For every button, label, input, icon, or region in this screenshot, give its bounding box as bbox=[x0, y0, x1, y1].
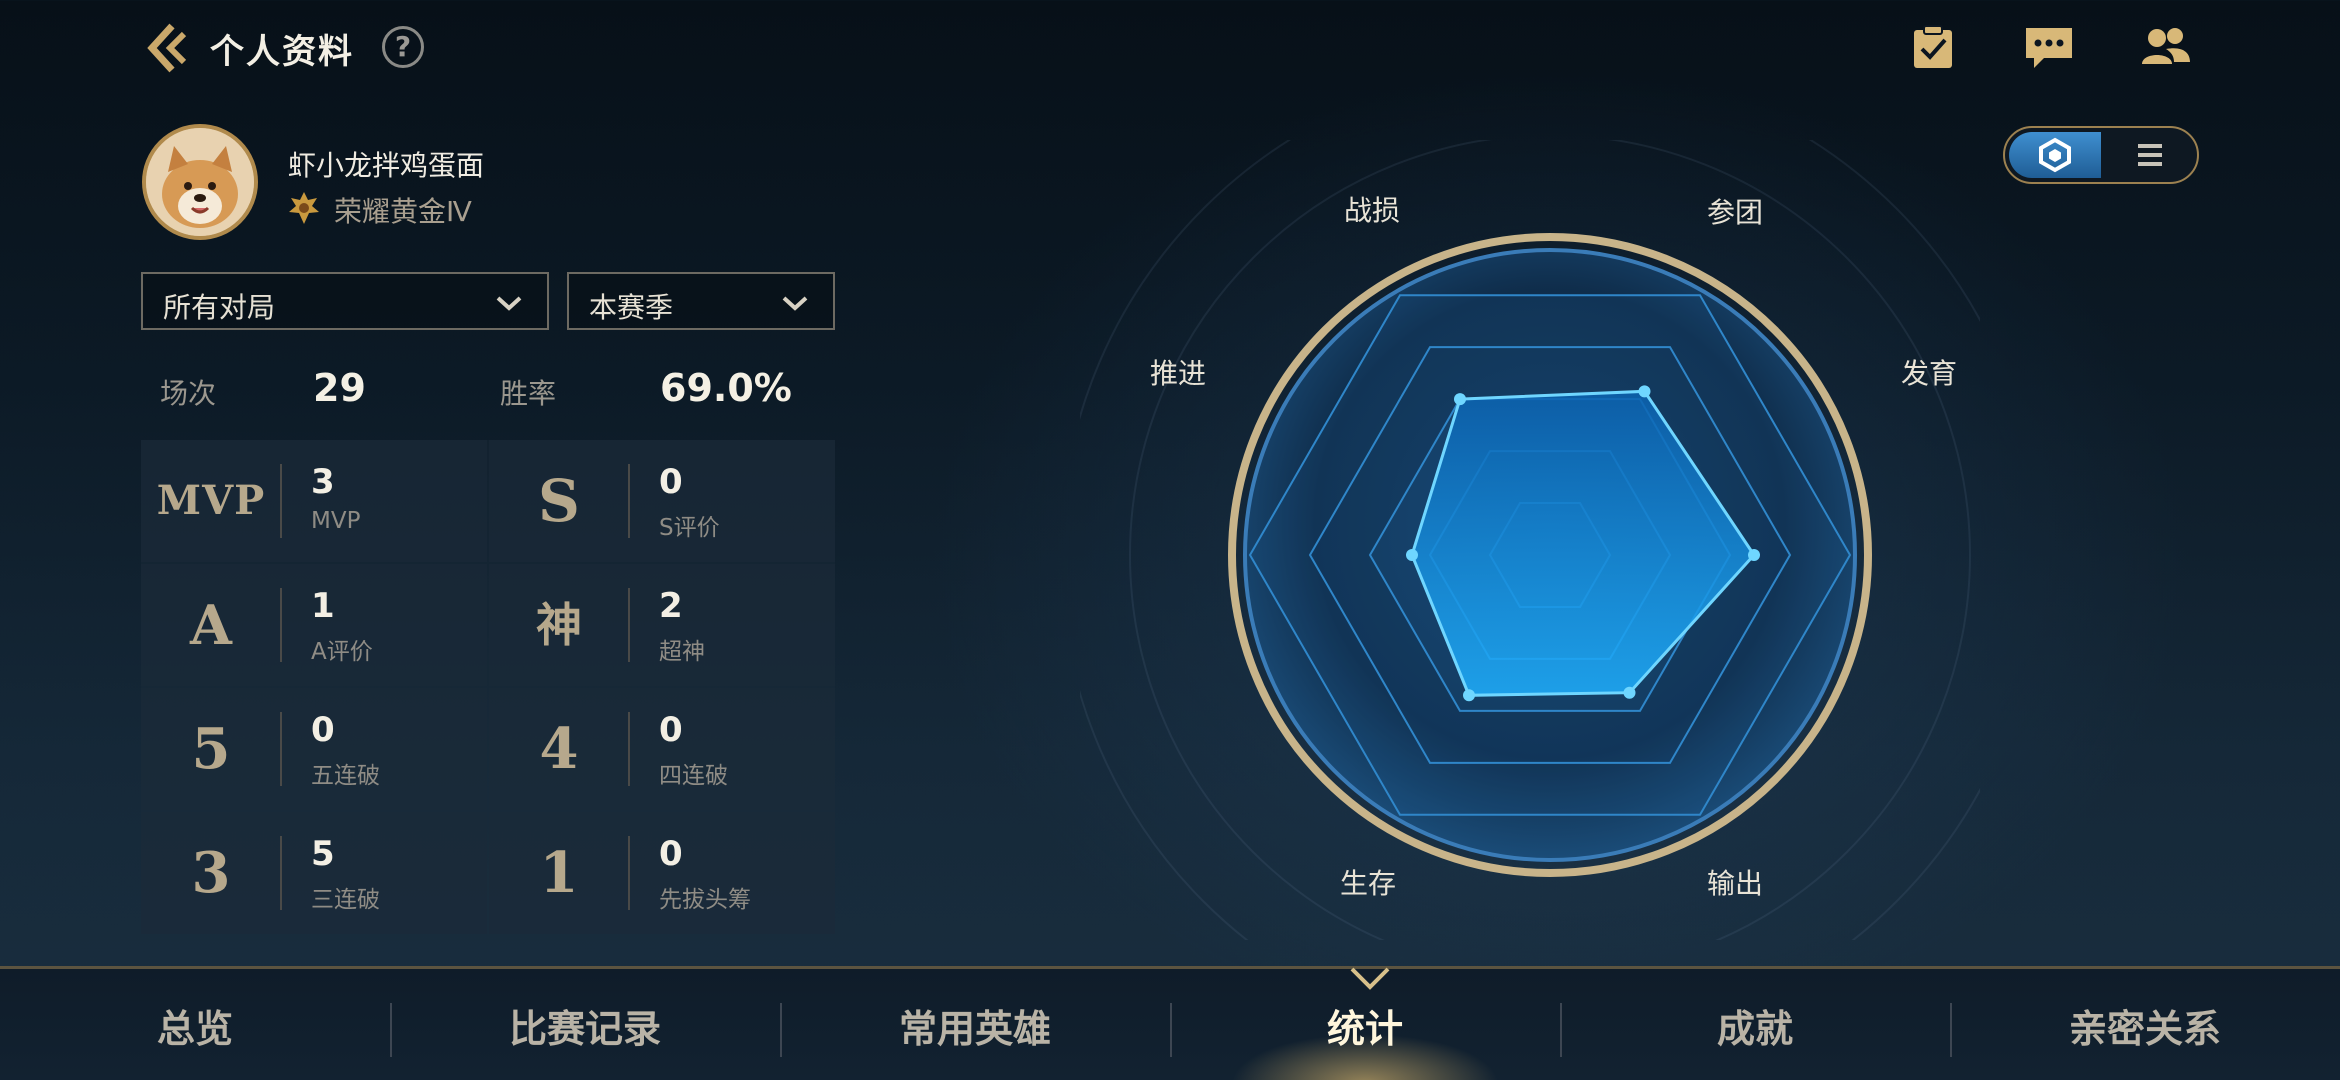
bottom-tab-bar: 总览 比赛记录 常用英雄 统计 成就 亲密关系 bbox=[0, 966, 2340, 1080]
quadra-kill-badge: 4 bbox=[539, 716, 579, 782]
stat-value: 0 bbox=[311, 710, 335, 750]
stat-cell-a: A 1 A评价 bbox=[141, 564, 487, 686]
back-icon[interactable] bbox=[138, 20, 194, 76]
season-dropdown[interactable]: 本赛季 bbox=[567, 272, 835, 330]
stat-value: 3 bbox=[311, 462, 335, 502]
view-toggle[interactable] bbox=[2003, 126, 2199, 184]
stat-cell-mvp: MVP 3 MVP bbox=[141, 440, 487, 562]
stat-value: 5 bbox=[311, 834, 335, 874]
mode-dropdown[interactable]: 所有对局 bbox=[141, 272, 549, 330]
chevron-down-icon bbox=[496, 296, 522, 311]
radar-value-point bbox=[1623, 686, 1636, 699]
stat-cell-legendary: 神 2 超神 bbox=[489, 564, 835, 686]
radar-view-option[interactable] bbox=[2009, 132, 2101, 178]
friends-icon[interactable] bbox=[2138, 22, 2192, 72]
radar-chart: 战损 参团 发育 输出 生存 推进 bbox=[1080, 140, 1980, 940]
winrate-label: 胜率 bbox=[500, 377, 557, 410]
tab-match-history[interactable]: 比赛记录 bbox=[390, 969, 780, 1080]
help-button[interactable]: ? bbox=[382, 26, 424, 68]
winrate-value: 69.0% bbox=[660, 366, 792, 410]
radar-value-point bbox=[1463, 689, 1475, 702]
radar-axis-label: 生存 bbox=[1340, 867, 1396, 900]
stat-cell-penta: 5 0 五连破 bbox=[141, 688, 487, 810]
list-icon bbox=[2138, 144, 2162, 166]
radar-axis-label: 输出 bbox=[1707, 867, 1763, 900]
rank-icon bbox=[289, 192, 319, 224]
tab-relationships[interactable]: 亲密关系 bbox=[1950, 969, 2340, 1080]
stat-cell-quadra: 4 0 四连破 bbox=[489, 688, 835, 810]
stat-value: 0 bbox=[659, 834, 683, 874]
tab-overview[interactable]: 总览 bbox=[0, 969, 390, 1080]
stat-cell-s: S 0 S评价 bbox=[489, 440, 835, 562]
stat-label: A评价 bbox=[311, 639, 373, 665]
stat-cell-triple: 3 5 三连破 bbox=[141, 812, 487, 934]
stat-value: 0 bbox=[659, 462, 683, 502]
chevron-down-icon bbox=[782, 296, 808, 311]
stat-label: 三连破 bbox=[311, 887, 380, 913]
penta-kill-badge: 5 bbox=[191, 716, 231, 782]
mvp-badge: MVP bbox=[156, 477, 266, 524]
list-view-option[interactable] bbox=[2105, 132, 2195, 178]
games-label: 场次 bbox=[160, 377, 217, 410]
radar-axis-label: 推进 bbox=[1150, 357, 1206, 390]
tab-achievements[interactable]: 成就 bbox=[1560, 969, 1950, 1080]
a-rating-badge: A bbox=[190, 593, 232, 657]
stat-label: 超神 bbox=[659, 639, 705, 665]
tab-statistics[interactable]: 统计 bbox=[1170, 969, 1560, 1080]
radar-value-point bbox=[1638, 385, 1651, 398]
radar-value-point bbox=[1748, 549, 1760, 561]
season-dropdown-value: 本赛季 bbox=[589, 291, 674, 324]
page-title: 个人资料 bbox=[210, 32, 354, 72]
tab-common-heroes[interactable]: 常用英雄 bbox=[780, 969, 1170, 1080]
stat-label: S评价 bbox=[659, 515, 720, 541]
chat-icon[interactable] bbox=[2022, 22, 2076, 72]
triple-kill-badge: 3 bbox=[191, 840, 231, 906]
stat-value: 2 bbox=[659, 586, 683, 626]
stat-label: 五连破 bbox=[311, 763, 380, 789]
task-icon[interactable] bbox=[1906, 22, 1960, 72]
stat-cell-first-blood: 1 0 先拔头筹 bbox=[489, 812, 835, 934]
rank-label: 荣耀黄金Ⅳ bbox=[334, 195, 472, 228]
radar-value-point bbox=[1406, 549, 1418, 561]
stats-grid: MVP 3 MVP S 0 S评价 A 1 A评价 神 2 超神 5 0 五连破… bbox=[141, 440, 835, 934]
radar-axis-label: 参团 bbox=[1707, 196, 1763, 229]
stat-label: 先拔头筹 bbox=[659, 887, 751, 913]
radar-axis-label: 发育 bbox=[1901, 357, 1957, 390]
stat-value: 0 bbox=[659, 710, 683, 750]
s-rating-badge: S bbox=[538, 467, 580, 535]
hexagon-icon bbox=[2039, 137, 2071, 173]
radar-axis-label: 战损 bbox=[1344, 194, 1400, 227]
stat-label: 四连破 bbox=[659, 763, 728, 789]
legendary-badge: 神 bbox=[536, 598, 582, 652]
games-value: 29 bbox=[313, 366, 366, 410]
first-blood-badge: 1 bbox=[539, 840, 579, 906]
avatar[interactable] bbox=[142, 124, 258, 240]
stat-label: MVP bbox=[311, 508, 361, 534]
radar-value-point bbox=[1454, 393, 1466, 406]
stat-value: 1 bbox=[311, 586, 335, 626]
player-nickname: 虾小龙拌鸡蛋面 bbox=[288, 149, 485, 182]
mode-dropdown-value: 所有对局 bbox=[163, 291, 276, 324]
